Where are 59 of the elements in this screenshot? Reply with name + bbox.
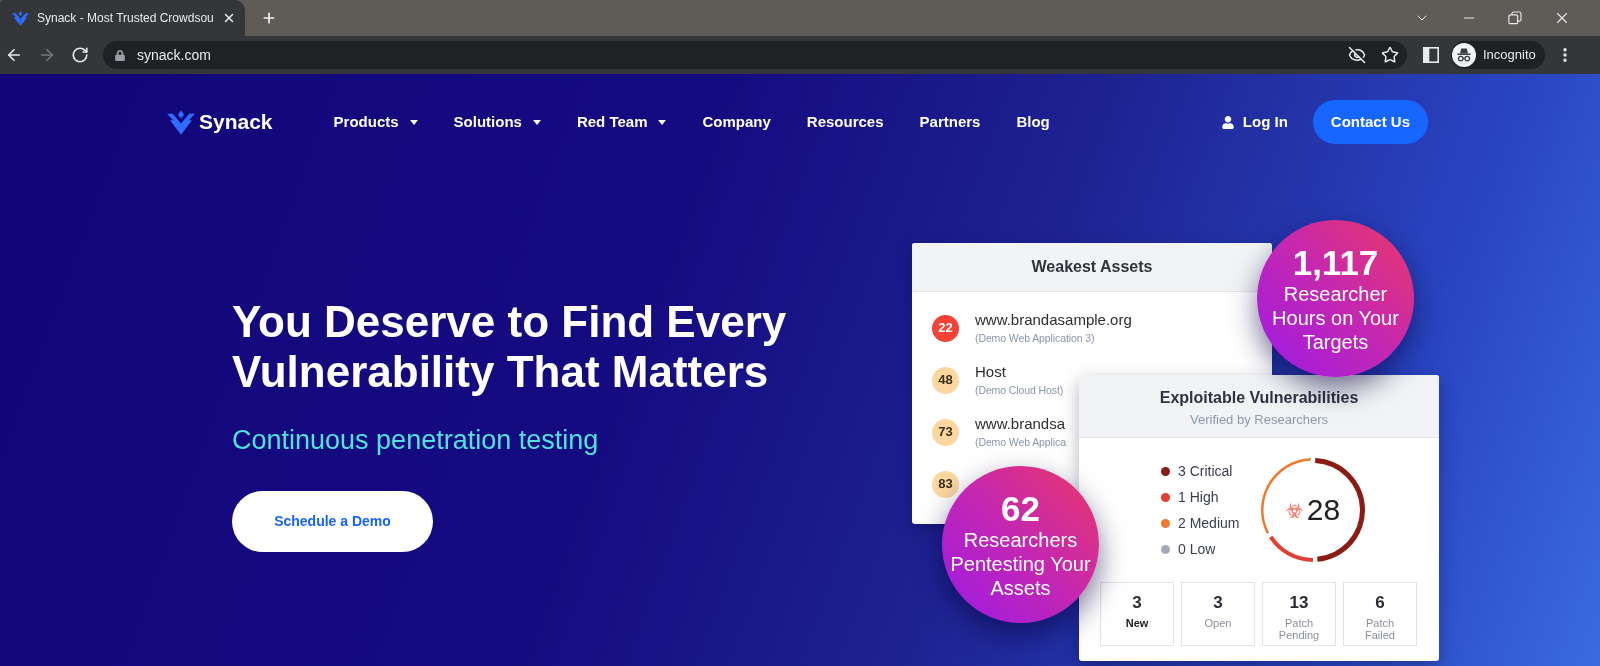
login-link[interactable]: Log In bbox=[1221, 110, 1288, 134]
asset-name: Host bbox=[975, 363, 1007, 381]
score-badge: 48 bbox=[932, 366, 959, 394]
winged-emblem-icon bbox=[167, 109, 195, 135]
lock-icon[interactable] bbox=[115, 49, 125, 61]
new-tab-icon[interactable] bbox=[261, 10, 277, 26]
legend-label: 3 Critical bbox=[1178, 462, 1233, 480]
asset-detail: (Demo Cloud Host) bbox=[975, 384, 1064, 397]
legend-label: 2 Medium bbox=[1178, 514, 1240, 532]
asset-detail: (Demo Web Application 3) bbox=[975, 332, 1096, 345]
reload-icon[interactable] bbox=[71, 46, 89, 64]
bubble-value: 62 bbox=[1001, 490, 1040, 528]
stat-value: 13 bbox=[1289, 593, 1309, 613]
asset-detail: (Demo Web Applica bbox=[975, 436, 1066, 449]
bubble-value: 1,117 bbox=[1292, 244, 1379, 282]
close-icon[interactable] bbox=[222, 11, 236, 25]
hero-subheading: Continuous penetration testing bbox=[232, 424, 599, 456]
card-subtitle: Verified by Researchers bbox=[1190, 411, 1328, 429]
nav-link[interactable]: Red Team bbox=[576, 110, 667, 134]
nav-link[interactable]: Blog bbox=[1016, 110, 1050, 134]
stat-value: 6 bbox=[1375, 593, 1385, 613]
stat-label: Patch Failed bbox=[1364, 617, 1396, 641]
score-badge: 83 bbox=[932, 470, 959, 498]
card-title: Weakest Assets bbox=[1031, 257, 1153, 277]
side-panel-icon[interactable] bbox=[1423, 47, 1439, 63]
nav-link[interactable]: Resources bbox=[806, 110, 884, 134]
score-badge: 73 bbox=[932, 418, 959, 446]
winged-emblem-icon bbox=[12, 10, 29, 26]
hero-heading: You Deserve to Find Every Vulnerability That Matters bbox=[232, 297, 788, 397]
eye-off-icon[interactable] bbox=[1348, 46, 1366, 64]
asset-name: www.brandsa bbox=[975, 415, 1066, 433]
nav-link[interactable]: Solutions bbox=[453, 110, 541, 134]
vulnerability-total: 28 bbox=[1306, 493, 1341, 527]
nav-link[interactable]: Products bbox=[333, 110, 418, 134]
address-bar[interactable]: synack.com bbox=[103, 41, 1407, 69]
nav-link[interactable]: Company bbox=[702, 110, 771, 134]
biohazard-icon bbox=[1285, 501, 1303, 519]
star-icon[interactable] bbox=[1381, 46, 1399, 64]
stat-value: 3 bbox=[1213, 593, 1223, 613]
nav-link[interactable]: Partners bbox=[919, 110, 981, 134]
stat-label: New bbox=[1125, 617, 1149, 629]
card-title: Exploitable Vulnerabilities bbox=[1159, 388, 1359, 408]
contact-us-button[interactable]: Contact Us bbox=[1312, 100, 1428, 144]
user-icon bbox=[1221, 115, 1234, 129]
score-badge: 22 bbox=[932, 314, 959, 342]
bubble-label: Researcher Hours on Your Targets bbox=[1271, 282, 1400, 354]
stat-label: Open bbox=[1204, 617, 1232, 629]
legend-label: 0 Low bbox=[1178, 540, 1216, 558]
stat-value: 3 bbox=[1132, 593, 1142, 613]
legend-label: 1 High bbox=[1178, 488, 1219, 506]
bubble-label: Researchers Pentesting Your Assets bbox=[949, 528, 1092, 600]
stat-label: Patch Pending bbox=[1277, 617, 1321, 641]
schedule-demo-button[interactable]: Schedule a Demo bbox=[232, 491, 433, 552]
logo-wordmark[interactable]: Synack bbox=[199, 106, 273, 138]
restore-icon[interactable] bbox=[1508, 11, 1522, 25]
browser-tab[interactable]: Synack - Most Trusted Crowdsou bbox=[0, 0, 245, 36]
profile-button[interactable]: Incognito bbox=[1451, 41, 1545, 69]
asset-name: www.brandasample.org bbox=[975, 311, 1132, 329]
hat-and-glasses-icon bbox=[1452, 43, 1476, 67]
